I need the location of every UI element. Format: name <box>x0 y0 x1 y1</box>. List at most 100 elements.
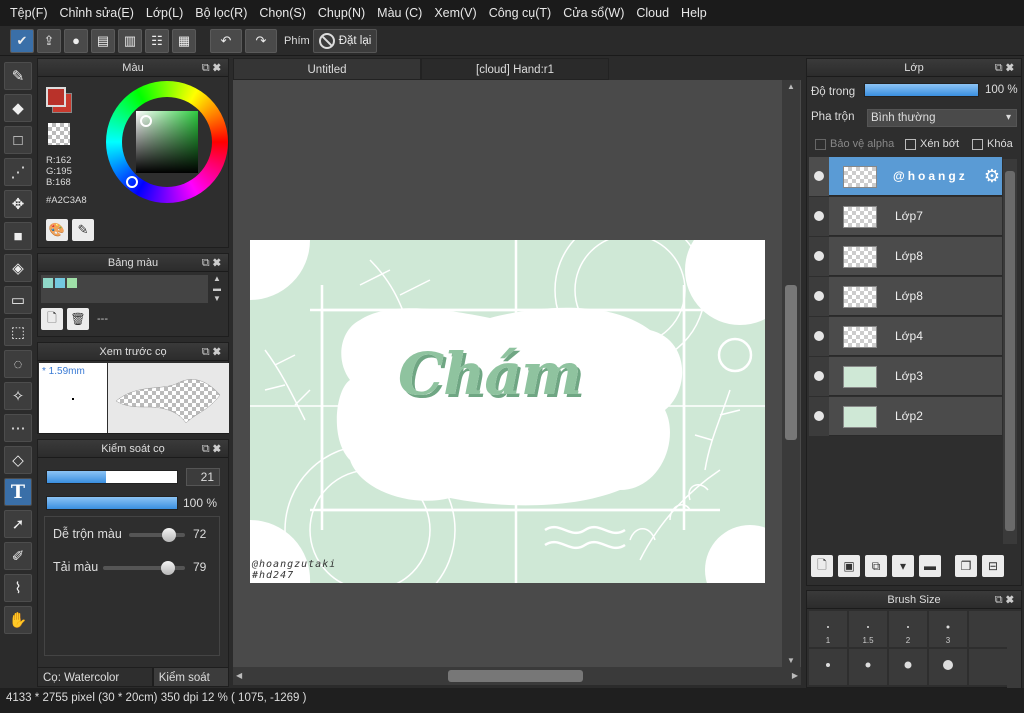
comment-icon[interactable]: ▤ <box>91 28 115 53</box>
brush-size-value[interactable]: 21 <box>186 468 220 486</box>
load-slider-knob[interactable] <box>160 561 175 575</box>
hand-icon[interactable]: ✋ <box>4 606 32 634</box>
layer-row[interactable]: Lớp8 <box>809 237 1002 276</box>
palette-swatch[interactable] <box>55 278 65 288</box>
menu-capture[interactable]: Chụp(N) <box>312 6 371 20</box>
layer-row[interactable]: Lớp8 <box>809 277 1002 316</box>
redo-icon[interactable]: ↷ <box>245 28 277 53</box>
transparent-color-swatch[interactable] <box>48 123 70 145</box>
rectangle-icon[interactable]: □ <box>4 126 32 154</box>
sv-picker-handle[interactable] <box>140 115 152 127</box>
visibility-icon[interactable] <box>814 331 824 341</box>
reset-button[interactable]: Đặt lại <box>312 28 378 53</box>
brush-icon[interactable]: ✎ <box>4 62 32 90</box>
load-slider[interactable] <box>103 561 185 575</box>
canvas-vertical-scrollbar[interactable]: ▲ ▼ <box>782 80 800 667</box>
eyedropper-icon[interactable]: ⌇ <box>4 574 32 602</box>
hex-value[interactable]: #A2C3A8 <box>46 195 87 206</box>
brush-size-cell[interactable]: 2 <box>889 611 927 647</box>
panel-controls[interactable]: ⧉✖ <box>995 59 1017 77</box>
menu-edit[interactable]: Chỉnh sửa(E) <box>54 6 140 20</box>
eyedropper-pen-icon[interactable]: ✐ <box>4 542 32 570</box>
lock-checkbox[interactable]: Khóa <box>972 138 1013 150</box>
dot-pen-icon[interactable]: ⋰ <box>4 158 32 186</box>
menu-view[interactable]: Xem(V) <box>428 6 482 20</box>
visibility-icon[interactable] <box>814 171 824 181</box>
layer-row[interactable]: Lớp7 <box>809 197 1002 236</box>
hue-picker-handle[interactable] <box>126 176 138 188</box>
check-icon[interactable]: ✔ <box>10 28 34 53</box>
move-icon[interactable]: ✥ <box>4 190 32 218</box>
menu-color[interactable]: Màu (C) <box>371 6 428 20</box>
new-layer-folder-icon[interactable]: ▣ <box>838 555 860 577</box>
layer-opacity-bar[interactable] <box>864 83 979 97</box>
menu-tools[interactable]: Công cụ(T) <box>483 6 558 20</box>
menu-select[interactable]: Chọn(S) <box>253 6 312 20</box>
trash-icon[interactable]: 🗑 <box>67 308 89 330</box>
fill-rect-icon[interactable]: ■ <box>4 222 32 250</box>
speech-bubble-icon[interactable]: ● <box>64 28 88 53</box>
panel-controls[interactable]: ⧉✖ <box>995 591 1017 609</box>
delete-layer-icon[interactable]: ⊟ <box>982 555 1004 577</box>
brush-size-cell[interactable]: 1 <box>809 611 847 647</box>
menu-help[interactable]: Help <box>675 6 713 20</box>
select-pen-icon[interactable]: ⋯ <box>4 414 32 442</box>
select-eraser-icon[interactable]: ◇ <box>4 446 32 474</box>
blend-mode-select[interactable]: Bình thường <box>867 109 1017 127</box>
text-icon[interactable]: T <box>4 478 32 506</box>
merge-layer-icon[interactable]: ❐ <box>955 555 977 577</box>
layer-menu-icon[interactable]: ▾ <box>892 555 914 577</box>
layer-row[interactable]: Lớp3 <box>809 357 1002 396</box>
layer-row[interactable]: Lớp2 <box>809 397 1002 436</box>
brush-size-cell[interactable] <box>969 611 1007 647</box>
color-settings-icon[interactable]: ✎ <box>72 219 94 241</box>
brush-size-cell[interactable] <box>969 649 1007 685</box>
hue-wheel[interactable] <box>106 81 228 203</box>
visibility-icon[interactable] <box>814 251 824 261</box>
folder-icon[interactable]: ▬ <box>919 555 941 577</box>
palette-scrollbar[interactable]: ▲ ▬ ▼ <box>210 274 224 304</box>
menu-file[interactable]: Tệp(F) <box>4 6 54 20</box>
brush-size-cell[interactable] <box>809 649 847 685</box>
visibility-icon[interactable] <box>814 411 824 421</box>
tab-untitled[interactable]: Untitled <box>233 58 421 80</box>
artwork-canvas[interactable]: Chám @hoangzutaki #hd247 <box>250 240 765 583</box>
brush-size-cell[interactable] <box>889 649 927 685</box>
tab-brush-control[interactable]: Kiểm soát cọ <box>152 667 229 704</box>
clipping-checkbox[interactable]: Xén bớt <box>905 138 959 150</box>
palette-swatch[interactable] <box>67 278 77 288</box>
brush-size-bar[interactable] <box>46 470 178 484</box>
foreground-color-swatch[interactable] <box>46 87 66 107</box>
brush-opacity-bar[interactable] <box>46 496 178 510</box>
panel-controls[interactable]: ⧉✖ <box>202 440 224 458</box>
new-palette-icon[interactable]: 🗋 <box>41 308 63 330</box>
layer-row[interactable]: @hoangz ⚙ <box>809 157 1002 196</box>
layer-list-scrollbar[interactable] <box>1003 159 1017 544</box>
new-layer-icon[interactable]: 🗋 <box>811 555 833 577</box>
gradient-icon[interactable]: ▭ <box>4 286 32 314</box>
visibility-icon[interactable] <box>814 291 824 301</box>
panel-controls[interactable]: ⧉✖ <box>202 343 224 361</box>
canvas-horizontal-scrollbar[interactable]: ◀ ▶ <box>233 667 801 685</box>
brush-size-cell[interactable]: 3 <box>929 611 967 647</box>
tab-cloud-hand[interactable]: [cloud] Hand:r1 <box>421 58 609 80</box>
brush-size-cell[interactable]: 1.5 <box>849 611 887 647</box>
export-icon[interactable]: ⇪ <box>37 28 61 53</box>
operation-icon[interactable]: ➚ <box>4 510 32 538</box>
horizontal-scroll-thumb[interactable] <box>448 670 583 682</box>
list-icon[interactable]: ☷ <box>145 28 169 53</box>
brush-size-scrollbar[interactable] <box>1007 611 1021 689</box>
brush-size-cell[interactable] <box>849 649 887 685</box>
tab-brush-name[interactable]: Cọ: Watercolor (Wet) <box>37 667 153 704</box>
copy-layer-icon[interactable]: ⧉ <box>865 555 887 577</box>
visibility-icon[interactable] <box>814 371 824 381</box>
menu-layer[interactable]: Lớp(L) <box>140 6 189 20</box>
eraser-icon[interactable]: ◆ <box>4 94 32 122</box>
magic-wand-icon[interactable]: ✧ <box>4 382 32 410</box>
layer-row[interactable]: Lớp4 <box>809 317 1002 356</box>
bucket-icon[interactable]: ◈ <box>4 254 32 282</box>
vertical-scroll-thumb[interactable] <box>785 285 797 440</box>
panel-controls[interactable]: ⧉✖ <box>202 254 224 272</box>
undo-icon[interactable]: ↶ <box>210 28 242 53</box>
blend-slider-knob[interactable] <box>162 528 177 542</box>
